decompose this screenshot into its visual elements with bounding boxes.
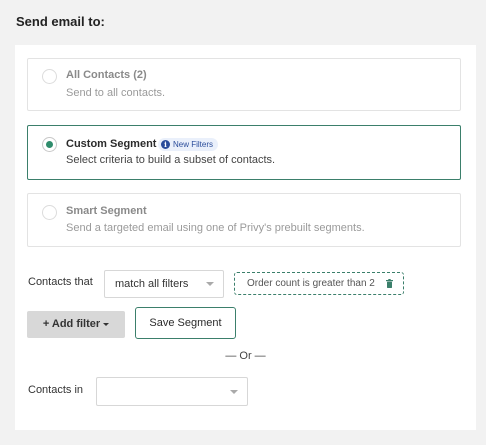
chevron-down-icon [206,282,214,286]
caret-down-icon [103,322,110,326]
contacts-in-select[interactable] [96,377,248,406]
option-smart-segment[interactable]: Smart Segment Send a targeted email usin… [27,193,461,247]
option-custom-segment[interactable]: Custom Segment i New Filters Select crit… [27,125,461,180]
option-title: Custom Segment [66,138,157,150]
active-filter-text: Order count is greater than 2 [247,278,375,289]
send-email-heading: Send email to: [16,14,105,29]
option-description: Send to all contacts. [66,87,166,99]
badge-label: New Filters [173,140,214,149]
save-segment-button[interactable]: Save Segment [135,307,236,339]
info-icon: i [161,140,170,149]
radio-custom-segment[interactable] [42,137,57,152]
chevron-down-icon [230,390,238,394]
new-filters-badge: i New Filters [158,138,219,151]
match-filters-value: match all filters [115,278,189,290]
add-filter-button[interactable]: + Add filter [27,311,125,338]
radio-all-contacts[interactable] [42,69,57,84]
trash-icon[interactable] [386,279,393,288]
option-title: Smart Segment [66,205,147,217]
active-filter-chip[interactable]: Order count is greater than 2 [234,272,404,295]
contacts-in-label: Contacts in [28,384,84,396]
radio-smart-segment[interactable] [42,205,57,220]
option-description: Send a targeted email using one of Privy… [66,222,365,234]
audience-panel: All Contacts (2) Send to all contacts. C… [15,45,476,430]
option-description: Select criteria to build a subset of con… [66,154,276,166]
option-all-contacts[interactable]: All Contacts (2) Send to all contacts. [27,58,461,111]
match-filters-select[interactable]: match all filters [104,270,224,298]
option-title: All Contacts (2) [66,69,147,81]
add-filter-label: + Add filter [42,318,101,330]
or-divider: — Or — [225,350,266,362]
contacts-that-label: Contacts that [28,276,93,288]
